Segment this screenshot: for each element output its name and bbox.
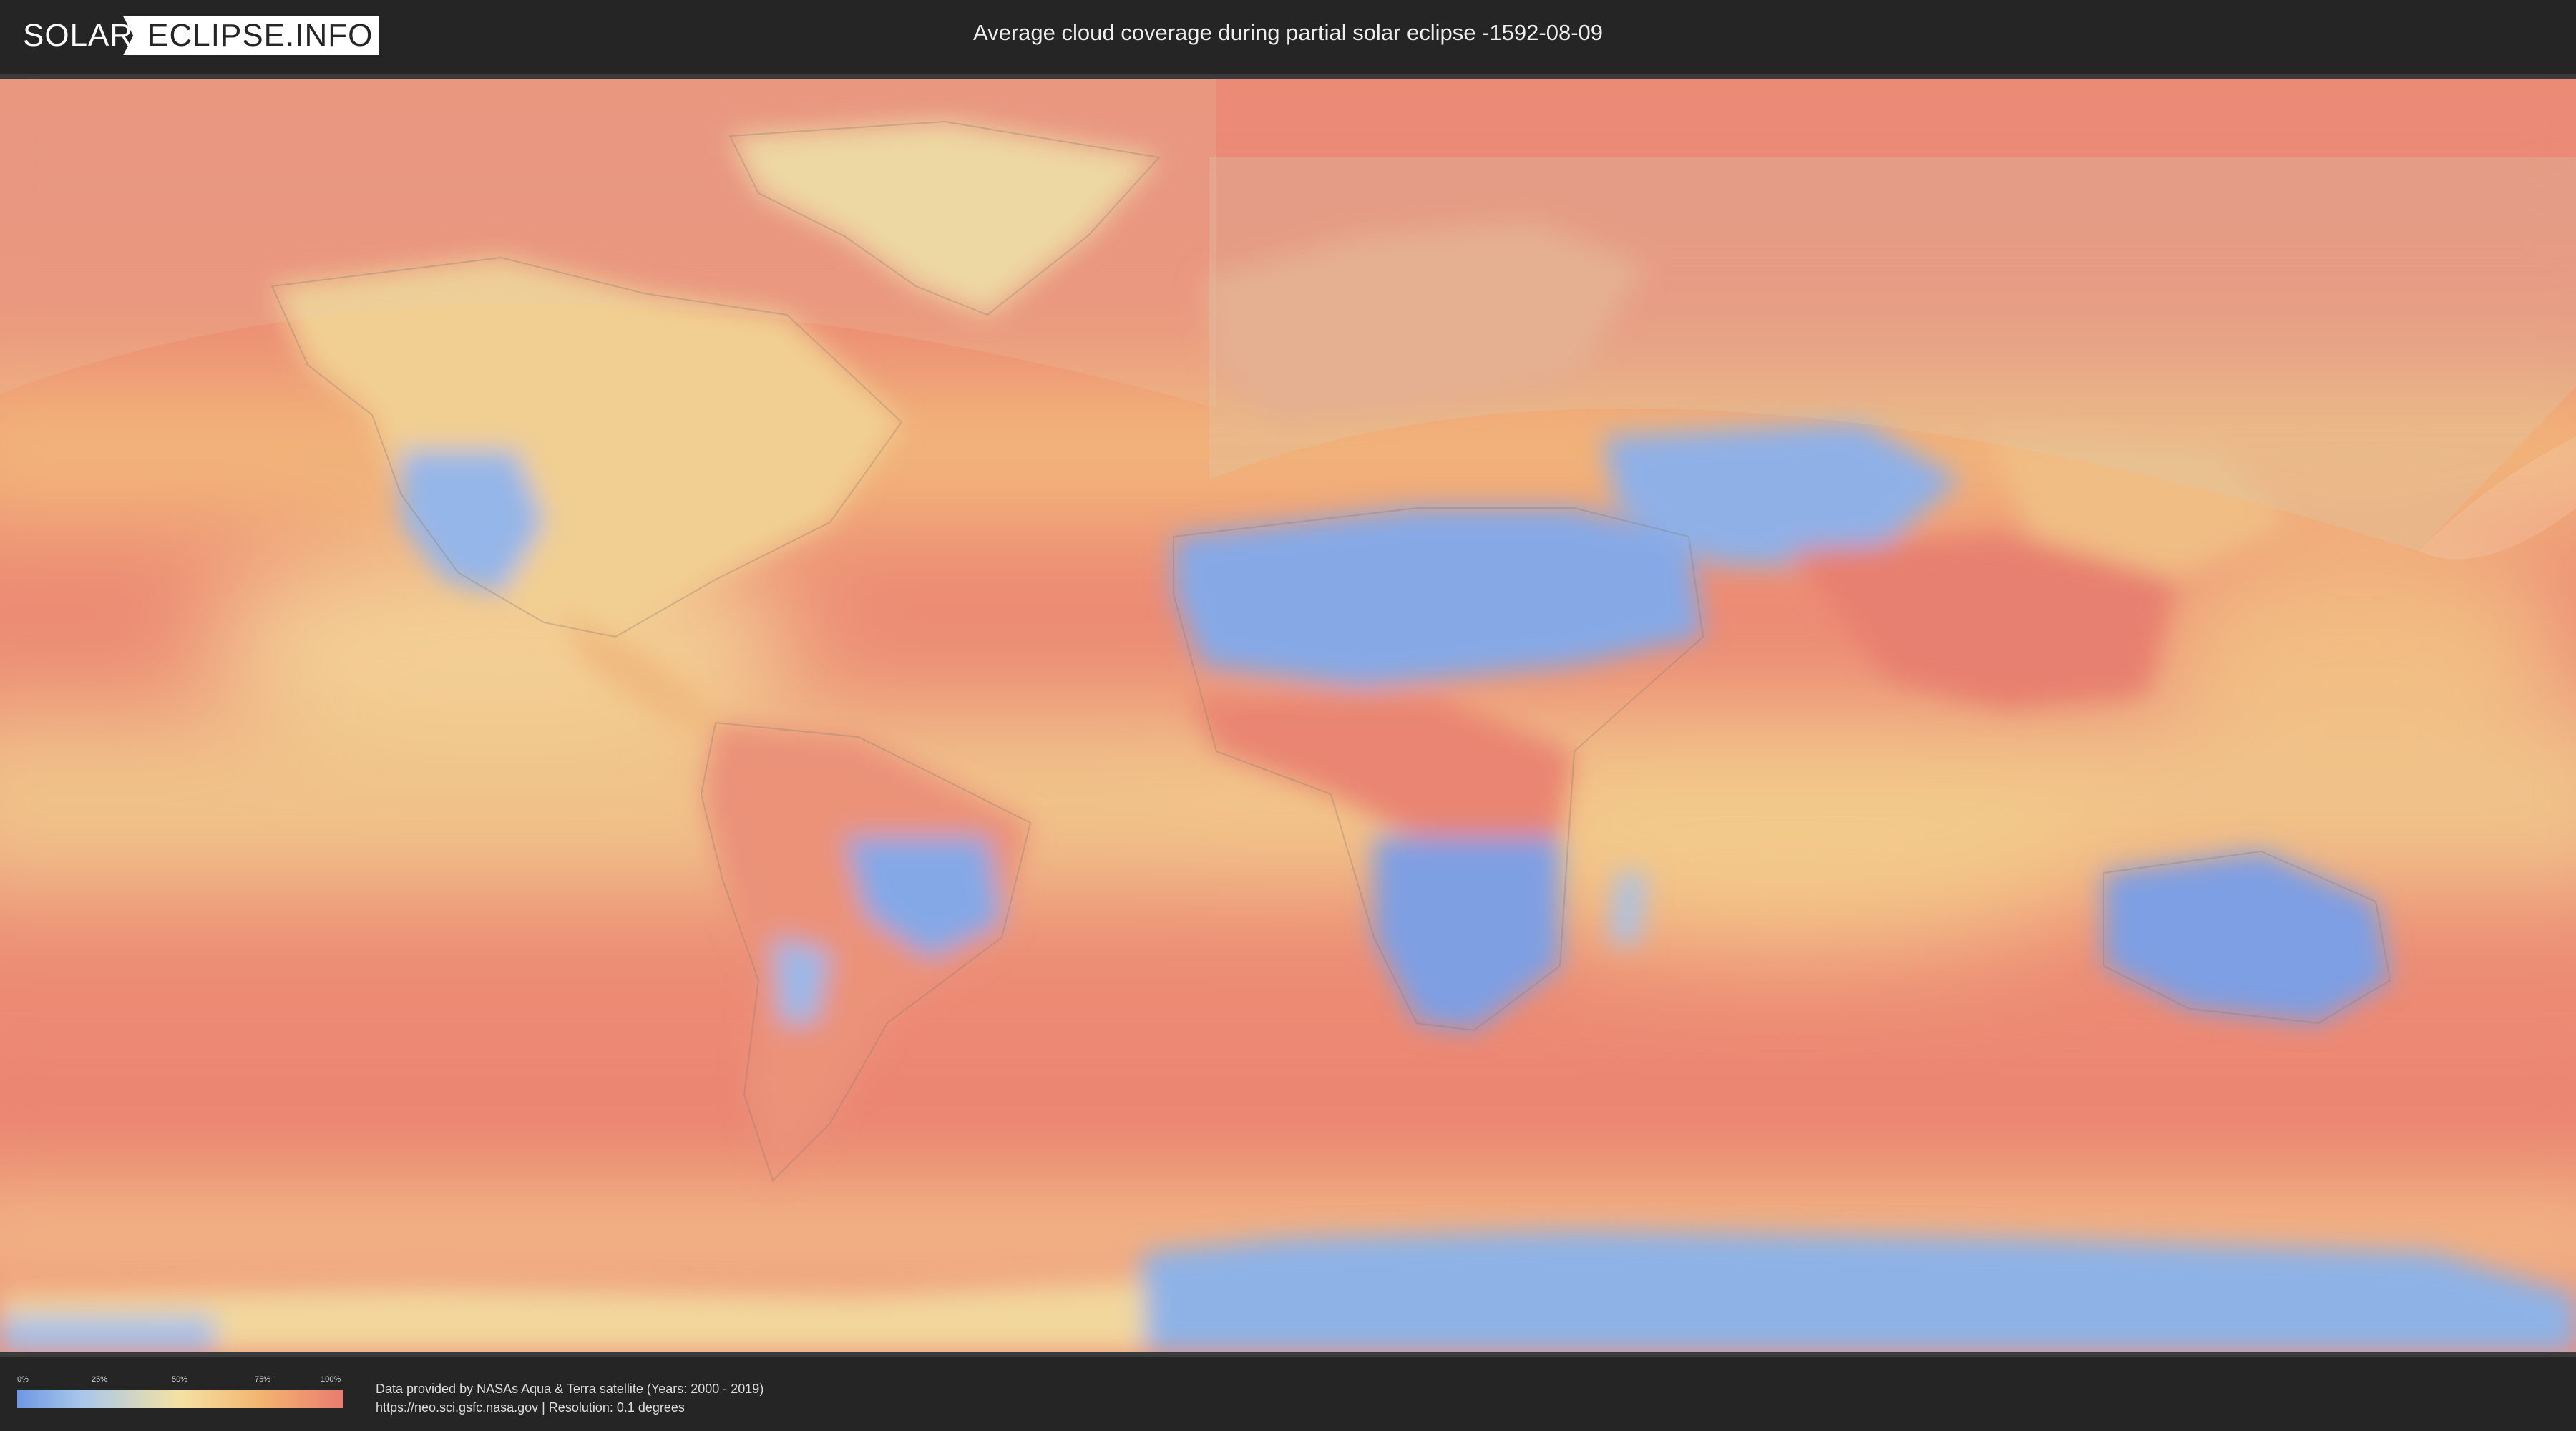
legend-label-0: 0%	[17, 1375, 29, 1384]
legend-labels: 0% 25% 50% 75% 100%	[17, 1375, 343, 1387]
credits-line-1: Data provided by NASAs Aqua & Terra sate…	[376, 1382, 764, 1396]
cloud-coverage-legend: 0% 25% 50% 75% 100%	[17, 1375, 343, 1408]
legend-label-75: 75%	[255, 1375, 271, 1384]
legend-label-100: 100%	[321, 1375, 341, 1384]
legend-color-ramp	[17, 1390, 343, 1408]
cloud-coverage-map[interactable]	[0, 74, 2576, 1357]
legend-label-50: 50%	[172, 1375, 188, 1384]
header-bar: SOLAR ECLIPSE.INFO Average cloud coverag…	[0, 0, 2576, 72]
data-credits: Data provided by NASAs Aqua & Terra sate…	[376, 1379, 763, 1417]
legend-label-25: 25%	[92, 1375, 108, 1384]
world-map-svg	[0, 79, 2576, 1352]
credits-line-2: https://neo.sci.gsfc.nasa.gov | Resoluti…	[376, 1400, 685, 1415]
page-title: Average cloud coverage during partial so…	[972, 20, 1604, 45]
footer-bar: 0% 25% 50% 75% 100% Data provided by NAS…	[0, 1359, 2576, 1431]
